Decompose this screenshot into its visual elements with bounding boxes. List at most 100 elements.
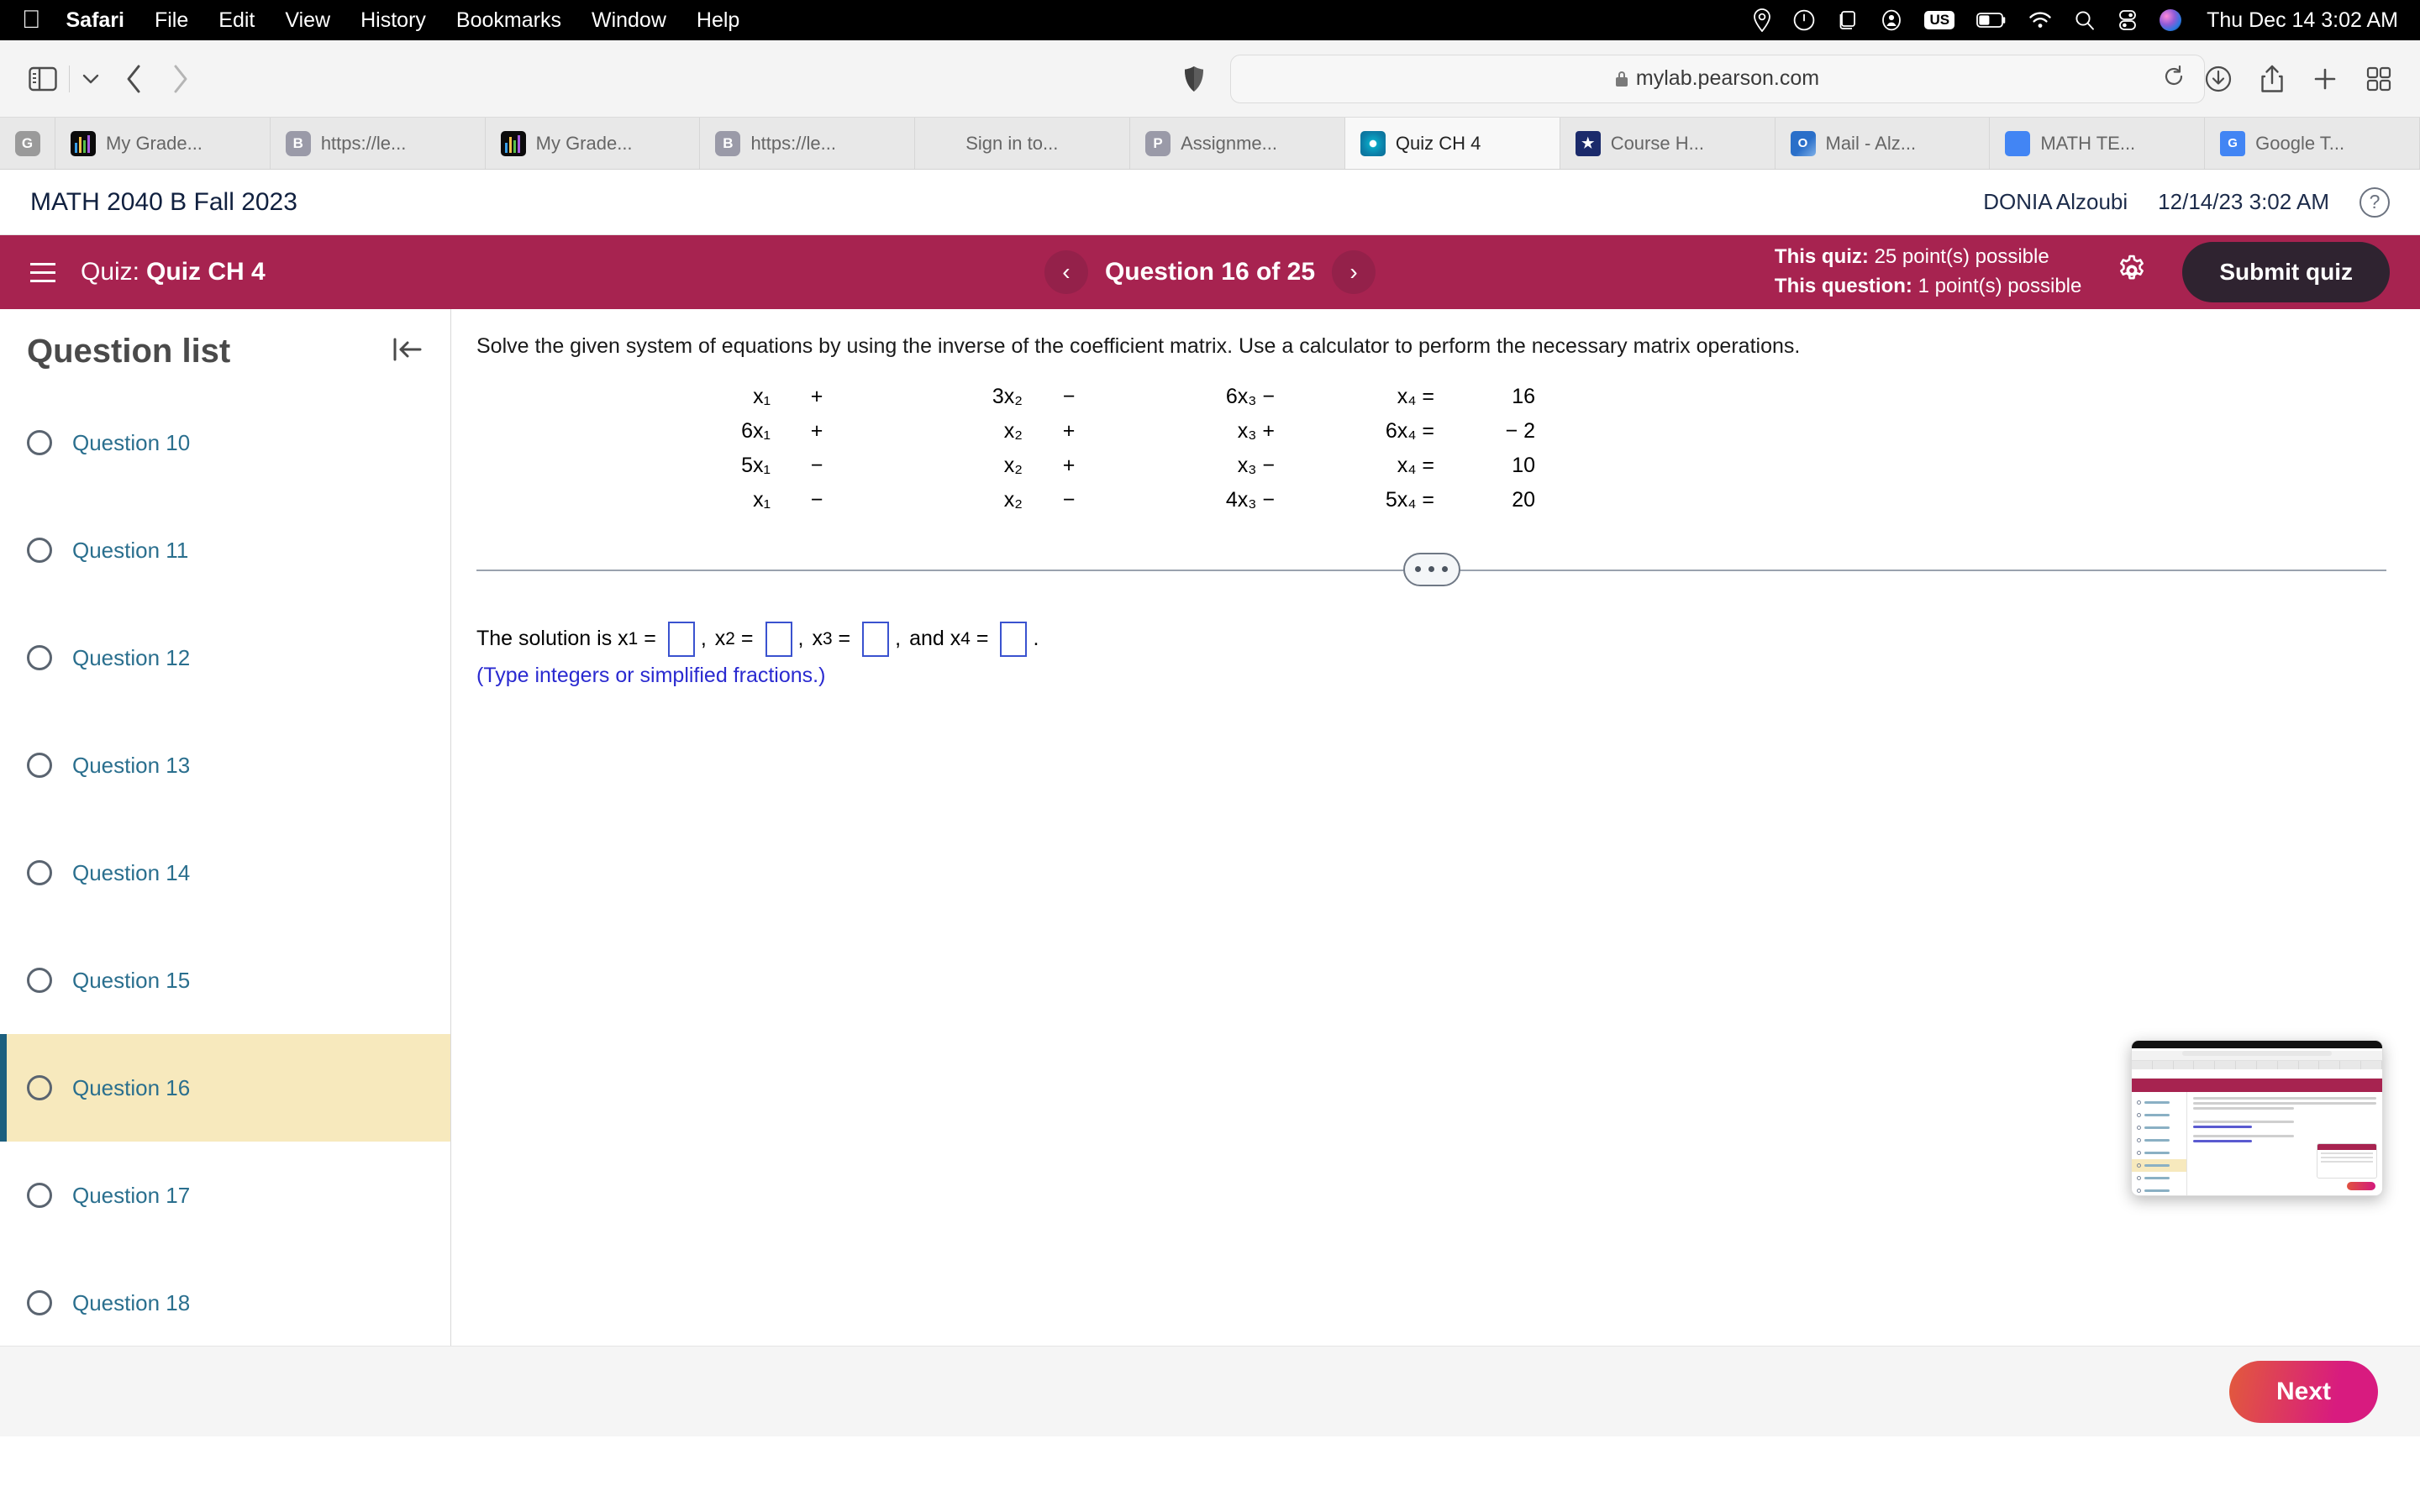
menu-item-safari[interactable]: Safari: [66, 8, 124, 33]
share-icon[interactable]: [2260, 65, 2284, 93]
question-status-radio[interactable]: [27, 430, 52, 455]
answer-label-x3: x: [812, 627, 823, 651]
answer-input-x2[interactable]: [765, 621, 792, 657]
sidebar-item-question-11[interactable]: Question 11: [0, 496, 450, 604]
question-status-radio[interactable]: [27, 968, 52, 993]
answer-input-x4[interactable]: [1000, 621, 1028, 657]
question-status-radio[interactable]: [27, 645, 52, 670]
next-button[interactable]: Next: [2228, 1360, 2378, 1423]
forward-arrow-icon[interactable]: [169, 64, 191, 94]
menu-item-bookmarks[interactable]: Bookmarks: [456, 8, 561, 33]
privacy-shield-icon[interactable]: [1183, 66, 1205, 92]
equation-op-2: −: [1062, 487, 1076, 512]
question-status-radio[interactable]: [27, 860, 52, 885]
sidebar-title: Question list: [27, 333, 231, 370]
question-status-radio[interactable]: [27, 1290, 52, 1315]
sidebar-toggle-icon[interactable]: [29, 66, 57, 92]
question-list-sidebar: Question list Question 10 Question 11 Qu…: [0, 309, 451, 1346]
answer-input-x1[interactable]: [667, 621, 695, 657]
tab-math-te[interactable]: MATH TE...: [1990, 118, 2206, 169]
tab-google[interactable]: G: [0, 118, 55, 169]
question-status-radio[interactable]: [27, 1075, 52, 1100]
location-icon[interactable]: [1753, 8, 1771, 32]
course-header: MATH 2040 B Fall 2023 DONIA Alzoubi 12/1…: [0, 170, 2420, 235]
prev-question-icon[interactable]: ‹: [1044, 250, 1088, 294]
question-status-radio[interactable]: [27, 1183, 52, 1208]
equation-op-1: +: [810, 384, 823, 408]
control-center-icon[interactable]: [2118, 9, 2138, 31]
sidebar-item-question-14[interactable]: Question 14: [0, 819, 450, 927]
menu-item-window[interactable]: Window: [592, 8, 666, 33]
tab-label: My Grade...: [106, 132, 203, 154]
equation-rhs: 16: [1512, 384, 1535, 408]
question-status-radio[interactable]: [27, 753, 52, 778]
equation-op-2: −: [1062, 384, 1076, 408]
sidebar-header: Question list: [0, 309, 450, 389]
menubar-clock[interactable]: Thu Dec 14 3:02 AM: [2207, 8, 2398, 33]
sidebar-item-question-15[interactable]: Question 15: [0, 927, 450, 1034]
apple-icon[interactable]: : [22, 8, 41, 33]
question-status-radio[interactable]: [27, 538, 52, 563]
tab-quiz-ch-4[interactable]: Quiz CH 4: [1344, 118, 1560, 169]
equation-term-4: 5x₄ =: [1385, 487, 1434, 512]
answer-input-x3[interactable]: [862, 621, 890, 657]
expand-dots-icon[interactable]: [1402, 552, 1460, 586]
back-arrow-icon[interactable]: [124, 64, 145, 94]
search-icon[interactable]: [2074, 9, 2096, 31]
tab-google-translate[interactable]: G Google T...: [2205, 118, 2420, 169]
reload-icon[interactable]: [2162, 65, 2186, 92]
points-summary: This quiz: 25 point(s) possible This que…: [1775, 243, 2081, 302]
picture-in-picture-preview[interactable]: [2131, 1040, 2383, 1196]
sidebar-item-label: Question 11: [72, 537, 189, 563]
tab-course-hero[interactable]: ★ Course H...: [1560, 118, 1776, 169]
pearson-favicon: [1360, 130, 1386, 156]
tab-my-grades-1[interactable]: My Grade...: [55, 118, 271, 169]
battery-icon[interactable]: [1976, 12, 2007, 29]
download-icon[interactable]: [2205, 66, 2232, 92]
sidebar-item-question-12[interactable]: Question 12: [0, 604, 450, 711]
menu-item-view[interactable]: View: [285, 8, 330, 33]
equation-row: 5x₁ − x₂ + x₃ − x₄ = 10: [611, 449, 1535, 483]
sidebar-item-question-17[interactable]: Question 17: [0, 1142, 450, 1249]
answer-trail-4: .: [1033, 627, 1039, 651]
chevron-down-icon[interactable]: [82, 72, 100, 86]
clock-icon[interactable]: [1793, 9, 1815, 31]
sidebar-item-question-16[interactable]: Question 16: [0, 1034, 450, 1142]
tab-label: https://le...: [320, 132, 407, 154]
menu-bar-tray: US: [1753, 8, 2182, 32]
answer-equals-3: =: [838, 627, 851, 651]
equation-term-3: 6x₃ −: [1225, 384, 1275, 408]
answer-sub-2: 2: [725, 628, 735, 648]
menu-item-edit[interactable]: Edit: [218, 8, 255, 33]
help-icon[interactable]: ?: [2360, 186, 2390, 218]
lock-icon: [1615, 71, 1628, 87]
user-account-icon[interactable]: [1881, 9, 1902, 31]
tab-blackboard-2[interactable]: B https://le...: [700, 118, 916, 169]
menu-item-history[interactable]: History: [360, 8, 426, 33]
menu-item-help[interactable]: Help: [697, 8, 739, 33]
tab-overview-icon[interactable]: [2366, 66, 2391, 92]
new-tab-icon[interactable]: [2312, 66, 2338, 92]
quiz-title: Quiz: Quiz CH 4: [81, 258, 266, 286]
submit-quiz-button[interactable]: Submit quiz: [2182, 242, 2390, 302]
next-question-icon[interactable]: ›: [1332, 250, 1376, 294]
tab-microsoft-signin[interactable]: Sign in to...: [915, 118, 1131, 169]
tab-my-grades-2[interactable]: My Grade...: [486, 118, 701, 169]
answer-trail-1: ,: [700, 627, 707, 651]
siri-icon[interactable]: [2160, 9, 2182, 31]
collapse-sidebar-icon[interactable]: [392, 336, 424, 367]
sidebar-item-question-10[interactable]: Question 10: [0, 389, 450, 496]
wifi-icon[interactable]: [2028, 11, 2052, 29]
menu-item-file[interactable]: File: [155, 8, 188, 33]
hamburger-menu-icon[interactable]: [30, 262, 55, 282]
tab-outlook-mail[interactable]: O Mail - Alz...: [1776, 118, 1991, 169]
sidebar-item-question-18[interactable]: Question 18: [0, 1249, 450, 1357]
sidebar-item-question-13[interactable]: Question 13: [0, 711, 450, 819]
screen-mirroring-icon[interactable]: [1837, 9, 1859, 31]
address-bar[interactable]: mylab.pearson.com: [1230, 54, 2205, 103]
question-counter: Question 16 of 25: [1104, 258, 1316, 286]
keyboard-layout-badge[interactable]: US: [1924, 10, 1955, 30]
gear-icon[interactable]: [2115, 254, 2149, 291]
tab-blackboard-1[interactable]: B https://le...: [271, 118, 486, 169]
tab-assignments[interactable]: P Assignme...: [1130, 118, 1345, 169]
